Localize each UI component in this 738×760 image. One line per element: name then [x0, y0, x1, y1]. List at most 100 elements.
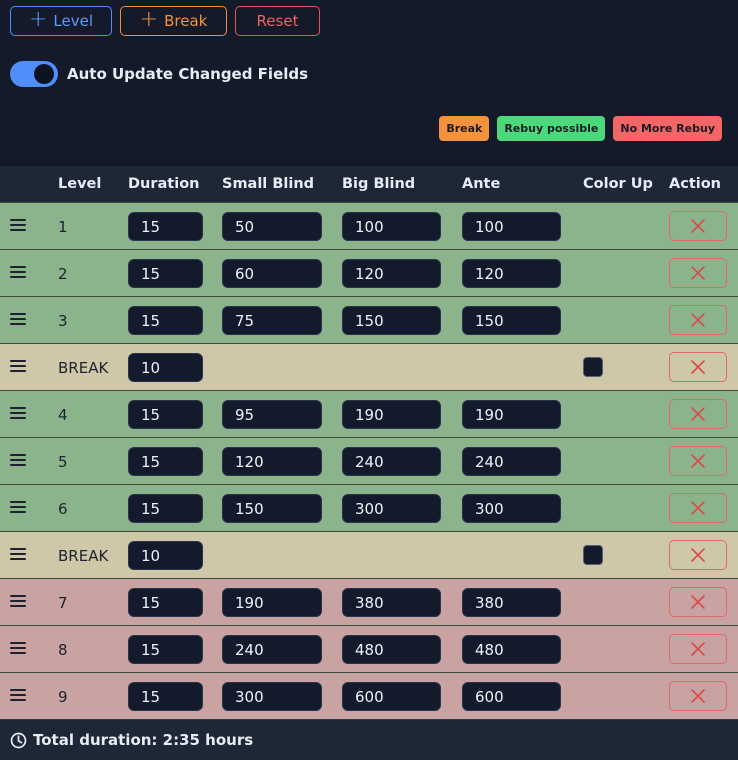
drag-handle-icon[interactable] — [10, 501, 26, 513]
color-up-checkbox[interactable] — [583, 357, 603, 377]
big-blind-input[interactable]: 480 — [342, 635, 441, 664]
duration-input[interactable]: 10 — [128, 353, 203, 382]
delete-row-button[interactable] — [669, 587, 727, 617]
big-blind-input[interactable]: 190 — [342, 400, 441, 429]
color-up-checkbox[interactable] — [583, 545, 603, 565]
close-icon — [691, 642, 705, 656]
small-blind-input[interactable]: 240 — [222, 635, 322, 664]
level-label: 5 — [58, 453, 68, 471]
close-icon — [691, 219, 705, 233]
small-blind-input[interactable]: 60 — [222, 259, 322, 288]
close-icon — [691, 501, 705, 515]
add-break-button[interactable]: + Break — [120, 6, 227, 36]
blind-structure-table: Level Duration Small Blind Big Blind Ant… — [0, 166, 738, 719]
ante-input[interactable]: 600 — [462, 682, 561, 711]
footer: Total duration: 2:35 hours — [0, 719, 738, 760]
drag-handle-icon[interactable] — [10, 360, 26, 372]
duration-input[interactable]: 15 — [128, 259, 203, 288]
ante-input[interactable]: 190 — [462, 400, 561, 429]
drag-handle-icon[interactable] — [10, 548, 26, 560]
drag-handle-icon[interactable] — [10, 689, 26, 701]
close-icon — [691, 407, 705, 421]
ante-input[interactable]: 300 — [462, 494, 561, 523]
level-row: 2 15 60 120 120 — [0, 249, 738, 296]
ante-input[interactable]: 100 — [462, 212, 561, 241]
big-blind-input[interactable]: 240 — [342, 447, 441, 476]
auto-update-toggle[interactable] — [10, 61, 58, 87]
small-blind-input[interactable]: 150 — [222, 494, 322, 523]
delete-row-button[interactable] — [669, 681, 727, 711]
toggle-knob — [34, 64, 54, 84]
delete-row-button[interactable] — [669, 305, 727, 335]
level-label: 8 — [58, 641, 68, 659]
reset-button[interactable]: Reset — [235, 6, 320, 36]
drag-handle-icon[interactable] — [10, 266, 26, 278]
big-blind-input[interactable]: 100 — [342, 212, 441, 241]
duration-input[interactable]: 15 — [128, 635, 203, 664]
delete-row-button[interactable] — [669, 540, 727, 570]
small-blind-input[interactable]: 120 — [222, 447, 322, 476]
small-blind-input[interactable]: 95 — [222, 400, 322, 429]
big-blind-input[interactable]: 300 — [342, 494, 441, 523]
ante-input[interactable]: 380 — [462, 588, 561, 617]
delete-row-button[interactable] — [669, 258, 727, 288]
small-blind-input[interactable]: 190 — [222, 588, 322, 617]
close-icon — [691, 313, 705, 327]
table-body: 1 15 50 100 100 2 15 60 120 120 3 15 75 150 150 BREAK 10… — [0, 202, 738, 719]
delete-row-button[interactable] — [669, 211, 727, 241]
big-blind-input[interactable]: 120 — [342, 259, 441, 288]
table-header: Level Duration Small Blind Big Blind Ant… — [0, 166, 738, 202]
big-blind-input[interactable]: 380 — [342, 588, 441, 617]
duration-input[interactable]: 15 — [128, 400, 203, 429]
total-duration: Total duration: 2:35 hours — [33, 731, 254, 749]
header-level: Level — [58, 176, 102, 192]
drag-handle-icon[interactable] — [10, 407, 26, 419]
clock-icon — [10, 732, 27, 748]
close-icon — [691, 360, 705, 374]
drag-handle-icon[interactable] — [10, 454, 26, 466]
duration-input[interactable]: 15 — [128, 494, 203, 523]
level-label: 2 — [58, 265, 68, 283]
header-small-blind: Small Blind — [222, 176, 315, 192]
auto-update-row: Auto Update Changed Fields — [10, 61, 308, 87]
delete-row-button[interactable] — [669, 446, 727, 476]
legend: Break Rebuy possible No More Rebuy — [439, 116, 722, 141]
ante-input[interactable]: 150 — [462, 306, 561, 335]
level-row: 5 15 120 240 240 — [0, 437, 738, 484]
drag-handle-icon[interactable] — [10, 313, 26, 325]
level-row: 1 15 50 100 100 — [0, 202, 738, 249]
level-row: 8 15 240 480 480 — [0, 625, 738, 672]
duration-input[interactable]: 15 — [128, 306, 203, 335]
ante-input[interactable]: 120 — [462, 259, 561, 288]
small-blind-input[interactable]: 75 — [222, 306, 322, 335]
break-row: BREAK 10 — [0, 343, 738, 390]
header-big-blind: Big Blind — [342, 176, 416, 192]
duration-input[interactable]: 15 — [128, 588, 203, 617]
legend-break-badge: Break — [439, 116, 490, 141]
delete-row-button[interactable] — [669, 399, 727, 429]
close-icon — [691, 595, 705, 609]
duration-input[interactable]: 15 — [128, 682, 203, 711]
ante-input[interactable]: 240 — [462, 447, 561, 476]
drag-handle-icon[interactable] — [10, 595, 26, 607]
drag-handle-icon[interactable] — [10, 642, 26, 654]
level-label: 3 — [58, 312, 68, 330]
legend-no-more-rebuy-badge: No More Rebuy — [613, 116, 722, 141]
delete-row-button[interactable] — [669, 493, 727, 523]
drag-handle-icon[interactable] — [10, 219, 26, 231]
big-blind-input[interactable]: 150 — [342, 306, 441, 335]
ante-input[interactable]: 480 — [462, 635, 561, 664]
big-blind-input[interactable]: 600 — [342, 682, 441, 711]
add-level-button[interactable]: + Level — [10, 6, 112, 36]
delete-row-button[interactable] — [669, 352, 727, 382]
small-blind-input[interactable]: 50 — [222, 212, 322, 241]
small-blind-input[interactable]: 300 — [222, 682, 322, 711]
duration-input[interactable]: 10 — [128, 541, 203, 570]
level-row: 7 15 190 380 380 — [0, 578, 738, 625]
duration-input[interactable]: 15 — [128, 447, 203, 476]
level-label: 1 — [58, 218, 68, 236]
level-label: 4 — [58, 406, 68, 424]
close-icon — [691, 689, 705, 703]
delete-row-button[interactable] — [669, 634, 727, 664]
duration-input[interactable]: 15 — [128, 212, 203, 241]
